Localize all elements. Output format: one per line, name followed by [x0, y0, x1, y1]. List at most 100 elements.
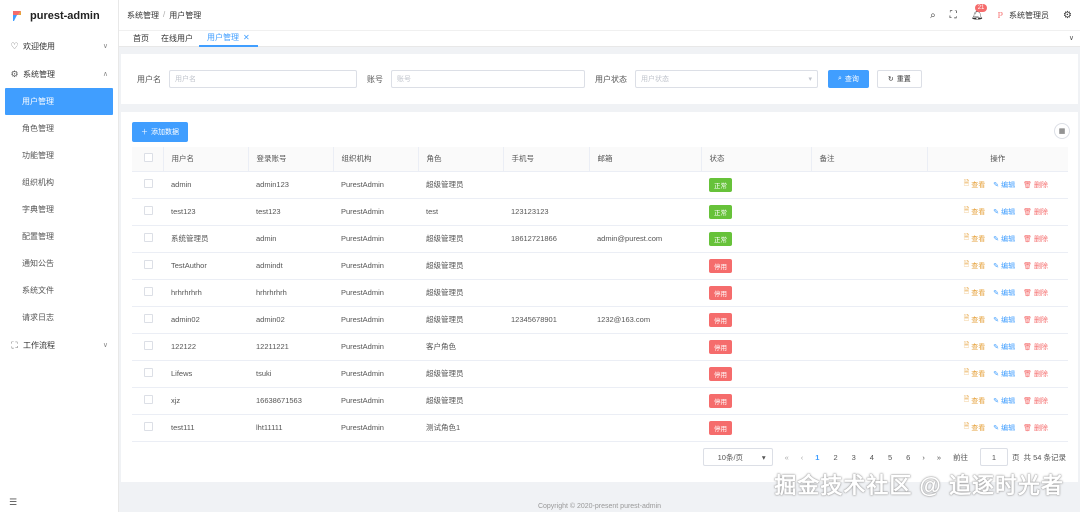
sidebar-item-organization[interactable]: 组织机构: [0, 169, 118, 196]
sidebar-item-roles[interactable]: 角色管理: [0, 115, 118, 142]
prev-page-icon[interactable]: ‹: [801, 453, 804, 462]
chevron-down-icon[interactable]: ∨: [1069, 34, 1074, 42]
tab-user-management[interactable]: 用户管理 ✕: [199, 30, 258, 47]
goto-page-input[interactable]: 1: [979, 448, 1008, 466]
view-button[interactable]: 🗎︎ 查看: [964, 260, 986, 271]
edit-button[interactable]: ✎ 编辑: [993, 287, 1015, 298]
username-input[interactable]: 用户名: [169, 70, 357, 88]
sidebar-item-functions[interactable]: 功能管理: [0, 142, 118, 169]
fullscreen-icon[interactable]: ⛶: [950, 10, 957, 21]
delete-button[interactable]: 🗑︎ 删除: [1023, 395, 1048, 406]
delete-button[interactable]: 🗑︎ 删除: [1023, 287, 1048, 298]
page-number[interactable]: 1: [815, 453, 819, 462]
breadcrumb-item[interactable]: 系统管理: [127, 10, 159, 21]
table-cell: lht11111: [248, 414, 333, 442]
settings-icon[interactable]: ⚙: [1063, 10, 1072, 21]
edit-button[interactable]: ✎ 编辑: [993, 395, 1015, 406]
delete-button[interactable]: 🗑︎ 删除: [1023, 179, 1048, 190]
delete-button[interactable]: 🗑︎ 删除: [1023, 341, 1048, 352]
add-data-button[interactable]: ＋添加数据: [132, 122, 188, 142]
select-all-checkbox[interactable]: [132, 147, 164, 172]
view-button[interactable]: 🗎︎ 查看: [964, 206, 986, 217]
page-number[interactable]: 6: [906, 453, 910, 462]
view-button[interactable]: 🗎︎ 查看: [964, 422, 986, 433]
row-checkbox[interactable]: [132, 279, 163, 307]
first-page-icon[interactable]: «: [785, 453, 789, 462]
user-menu[interactable]: ℙ 系统管理员: [997, 10, 1049, 21]
menu-system[interactable]: ⚙ 系统管理 ∧: [0, 60, 118, 88]
next-page-icon[interactable]: ›: [922, 453, 925, 462]
view-button[interactable]: 🗎︎ 查看: [964, 233, 986, 244]
row-checkbox[interactable]: [132, 198, 163, 226]
close-icon[interactable]: ✕: [243, 33, 250, 42]
row-checkbox[interactable]: [132, 387, 163, 415]
delete-button[interactable]: 🗑︎ 删除: [1023, 422, 1048, 433]
row-checkbox[interactable]: [132, 360, 163, 388]
search-icon[interactable]: ⌕: [930, 10, 936, 21]
column-settings-icon[interactable]: ▦: [1054, 123, 1070, 139]
menu-workflow[interactable]: ⛶ 工作流程 ∨: [0, 331, 118, 359]
row-checkbox[interactable]: [132, 333, 163, 361]
delete-button[interactable]: 🗑︎ 删除: [1023, 314, 1048, 325]
total-records: 共 54 条记录: [1023, 452, 1066, 462]
status-select[interactable]: 用户状态 ▾: [635, 70, 818, 88]
row-checkbox[interactable]: [132, 171, 163, 199]
ops-cell: 🗎︎ 查看 ✎ 编辑 🗑︎ 删除: [927, 171, 1068, 199]
sidebar-item-users[interactable]: 用户管理: [5, 88, 113, 115]
last-page-icon[interactable]: »: [937, 453, 941, 462]
edit-button[interactable]: ✎ 编辑: [993, 341, 1015, 352]
row-checkbox[interactable]: [132, 252, 163, 280]
ops-cell: 🗎︎ 查看 ✎ 编辑 🗑︎ 删除: [927, 306, 1068, 334]
sidebar-item-request-log[interactable]: 请求日志: [0, 304, 118, 331]
edit-button[interactable]: ✎ 编辑: [993, 422, 1015, 433]
account-input[interactable]: 账号: [391, 70, 585, 88]
row-checkbox[interactable]: [132, 225, 163, 253]
delete-button[interactable]: 🗑︎ 删除: [1023, 368, 1048, 379]
search-panel: 用户名 用户名 账号 账号 用户状态 用户状态 ▾ ⌕ 查询 ↻ 重置: [121, 54, 1078, 104]
edit-button[interactable]: ✎ 编辑: [993, 233, 1015, 244]
edit-button[interactable]: ✎ 编辑: [993, 314, 1015, 325]
view-button[interactable]: 🗎︎ 查看: [964, 179, 986, 190]
table-header-row: 用户名 登录账号 组织机构 角色 手机号 邮箱 状态 备注 操作: [132, 147, 1068, 172]
edit-button[interactable]: ✎ 编辑: [993, 206, 1015, 217]
view-button[interactable]: 🗎︎ 查看: [964, 287, 986, 298]
reset-button[interactable]: ↻ 重置: [876, 70, 922, 88]
document-icon: 🗎︎: [963, 369, 970, 376]
sidebar-item-config[interactable]: 配置管理: [0, 223, 118, 250]
app-title: purest-admin: [30, 10, 100, 22]
view-button[interactable]: 🗎︎ 查看: [964, 395, 986, 406]
query-button[interactable]: ⌕ 查询: [828, 70, 869, 88]
sidebar-item-notices[interactable]: 通知公告: [0, 250, 118, 277]
row-checkbox[interactable]: [132, 414, 163, 442]
page-number[interactable]: 3: [852, 453, 856, 462]
tab-home[interactable]: 首页: [127, 30, 155, 47]
view-button[interactable]: 🗎︎ 查看: [964, 314, 986, 325]
row-checkbox[interactable]: [132, 306, 163, 334]
bell-icon[interactable]: 🔔︎ 21: [971, 3, 988, 21]
delete-button[interactable]: 🗑︎ 删除: [1023, 206, 1048, 217]
reset-label: 重置: [896, 76, 911, 83]
view-button[interactable]: 🗎︎ 查看: [964, 341, 986, 352]
table-cell: admin: [163, 171, 248, 199]
remark-cell: [811, 198, 927, 226]
tab-online-users[interactable]: 在线用户: [155, 30, 199, 47]
table-cell: 系统管理员: [163, 225, 248, 253]
col-header: 组织机构: [333, 147, 419, 172]
menu-welcome[interactable]: ♡ 欢迎使用 ∨: [0, 32, 118, 60]
edit-button[interactable]: ✎ 编辑: [993, 368, 1015, 379]
delete-button[interactable]: 🗑︎ 删除: [1023, 233, 1048, 244]
table-row: 系统管理员 admin PurestAdmin 超级管理员 18612721866 adm…: [132, 225, 1068, 253]
page-number[interactable]: 5: [888, 453, 892, 462]
sidebar-item-files[interactable]: 系统文件: [0, 277, 118, 304]
delete-button[interactable]: 🗑︎ 删除: [1023, 260, 1048, 271]
page-size-select[interactable]: 10条/页 ▾: [702, 448, 773, 466]
edit-button[interactable]: ✎ 编辑: [993, 179, 1015, 190]
logo[interactable]: purest-admin: [0, 0, 118, 32]
edit-button[interactable]: ✎ 编辑: [993, 260, 1015, 271]
collapse-sidebar-icon[interactable]: ☰: [9, 497, 17, 508]
sidebar-item-dictionary[interactable]: 字典管理: [0, 196, 118, 223]
breadcrumb-separator: /: [163, 9, 166, 19]
page-number[interactable]: 2: [833, 453, 837, 462]
page-number[interactable]: 4: [870, 453, 874, 462]
view-button[interactable]: 🗎︎ 查看: [964, 368, 986, 379]
